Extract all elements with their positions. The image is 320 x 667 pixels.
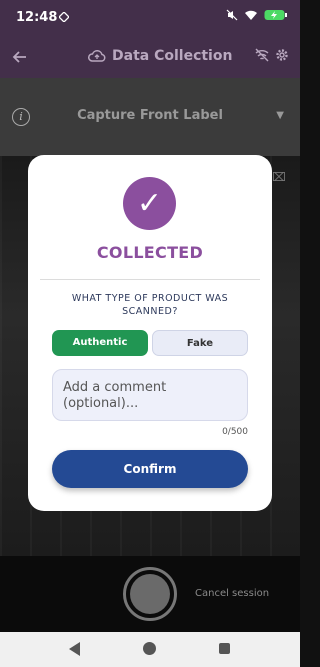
dialog-divider <box>40 279 260 280</box>
flash-off-icon[interactable]: ⌧ <box>272 170 286 184</box>
app-actions <box>254 47 290 63</box>
status-icons <box>226 9 288 21</box>
nav-back-icon[interactable] <box>69 642 80 656</box>
capture-area: Cancel session <box>0 556 300 632</box>
screen: 12:48 Data Collection i Capture Front La… <box>0 0 300 667</box>
app-title-wrap: Data Collection <box>88 48 232 64</box>
notification-icon <box>59 12 69 22</box>
shutter-button[interactable] <box>123 567 177 621</box>
sub-header: i Capture Front Label ▼ <box>0 78 300 156</box>
back-arrow-icon[interactable] <box>10 47 30 67</box>
battery-icon <box>264 10 287 20</box>
dialog-title: COLLECTED <box>96 243 204 262</box>
wifi-off-icon[interactable] <box>254 47 270 63</box>
status-bar: 12:48 <box>0 0 300 36</box>
system-nav-bar <box>0 632 300 667</box>
status-time: 12:48 <box>16 10 58 25</box>
comment-field[interactable]: Add a comment (optional)... <box>52 369 248 421</box>
nav-recents-icon[interactable] <box>219 643 230 654</box>
char-count: 0/500 <box>222 427 248 437</box>
wifi-icon <box>245 10 257 20</box>
product-type-question: WHAT TYPE OF PRODUCT WAS SCANNED? <box>71 293 229 317</box>
cancel-session-link[interactable]: Cancel session <box>195 588 269 599</box>
fake-button[interactable]: Fake <box>152 330 248 356</box>
app-bar: Data Collection <box>0 36 300 78</box>
confirm-button[interactable]: Confirm <box>52 450 248 488</box>
app-title: Data Collection <box>112 48 233 64</box>
collected-dialog: ✓ COLLECTED WHAT TYPE OF PRODUCT WAS SCA… <box>28 155 272 511</box>
checkmark-icon: ✓ <box>123 177 176 230</box>
cloud-upload-icon <box>88 50 106 62</box>
shutter-inner <box>130 574 170 614</box>
nav-home-icon[interactable] <box>143 642 156 655</box>
dropdown-arrow-icon[interactable]: ▼ <box>276 110 284 121</box>
authentic-button[interactable]: Authentic <box>52 330 148 356</box>
mute-icon <box>226 9 238 21</box>
sub-header-title: Capture Front Label <box>77 108 223 123</box>
gear-icon[interactable] <box>274 47 290 63</box>
